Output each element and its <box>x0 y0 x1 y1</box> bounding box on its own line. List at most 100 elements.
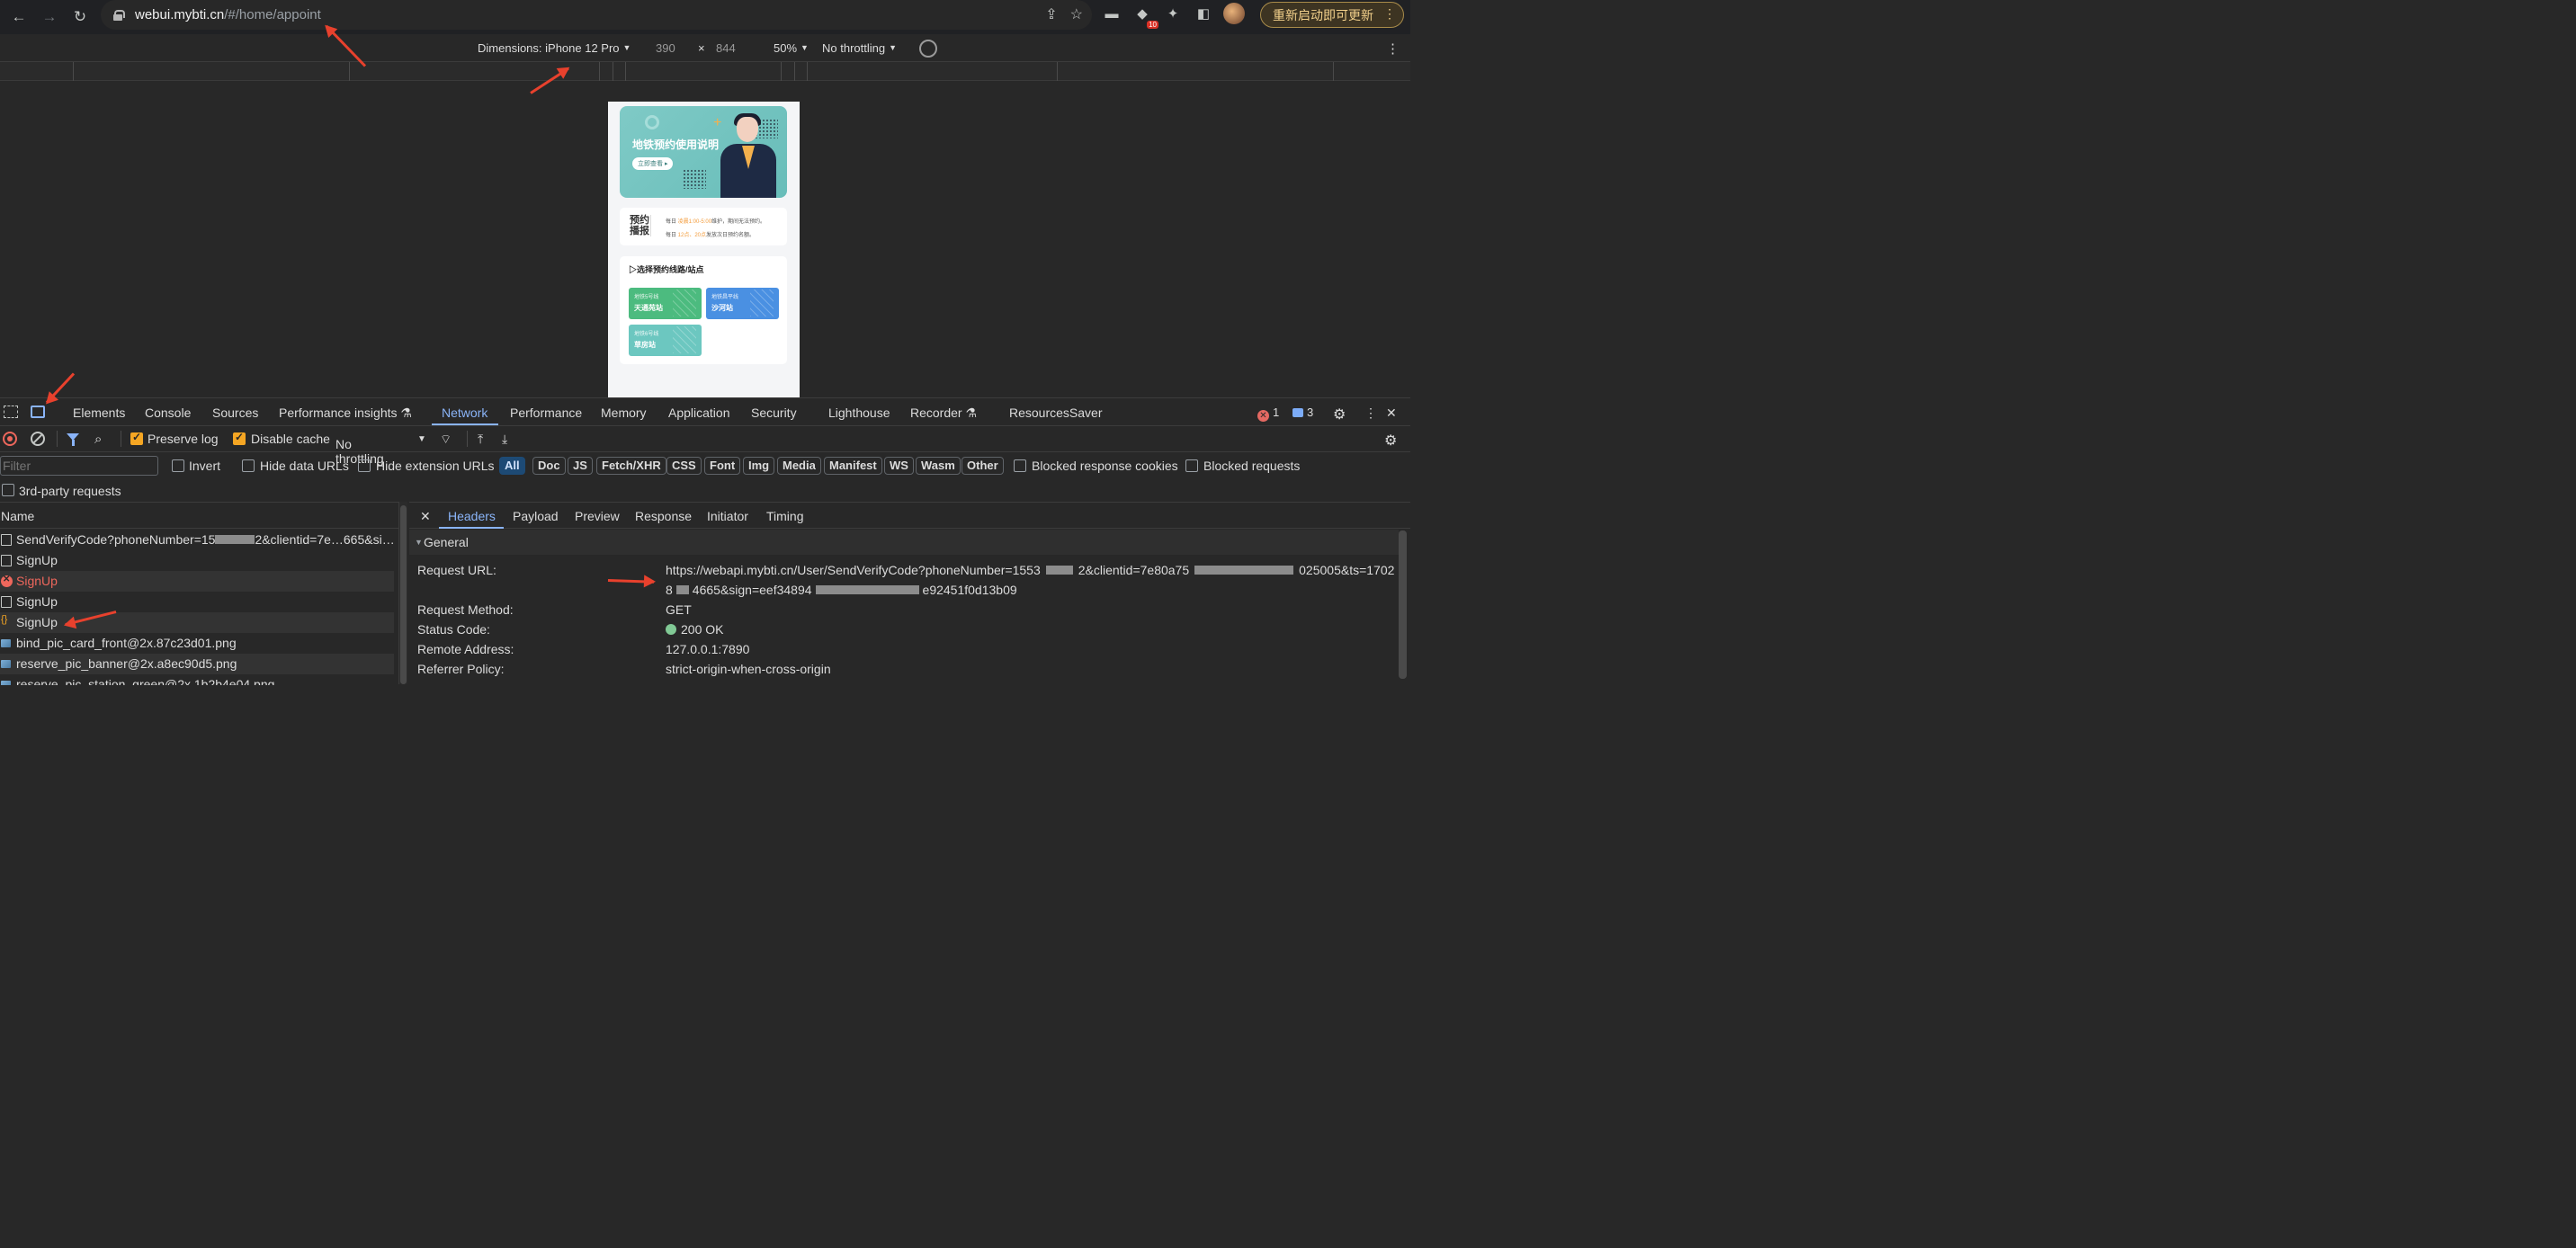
request-url-value-cont[interactable]: 8 4665&sign=eef34894 e92451f0d13b09 <box>666 583 1017 597</box>
forward-icon[interactable]: → <box>38 5 61 29</box>
request-row[interactable]: {} SignUp <box>0 612 394 633</box>
type-filter-font[interactable]: Font <box>704 457 741 475</box>
request-list-scrollbar[interactable] <box>399 502 407 684</box>
third-party-checkbox[interactable] <box>2 484 14 496</box>
address-bar[interactable]: webui.mybti.cn/#/home/appoint ⇪ ☆ <box>101 0 1092 30</box>
request-method-value[interactable]: GET <box>666 602 692 617</box>
tab-memory[interactable]: Memory <box>601 406 647 420</box>
request-row[interactable]: SignUp <box>0 592 394 612</box>
tab-payload[interactable]: Payload <box>513 509 559 523</box>
tab-preview[interactable]: Preview <box>575 509 620 523</box>
message-counter[interactable]: 3 <box>1292 406 1313 419</box>
tab-timing[interactable]: Timing <box>766 509 804 523</box>
back-icon[interactable]: ← <box>7 5 31 29</box>
type-filter-wasm[interactable]: Wasm <box>916 457 961 475</box>
station-card[interactable]: 地铁5号线 天通苑站 <box>629 288 702 319</box>
import-har-icon[interactable]: ⤒ <box>478 432 483 447</box>
preserve-log-checkbox[interactable] <box>130 431 143 445</box>
tab-network[interactable]: Network <box>442 406 487 420</box>
disable-cache-checkbox[interactable] <box>233 431 246 445</box>
lock-icon[interactable] <box>113 9 125 21</box>
invert-checkbox[interactable] <box>172 459 184 472</box>
request-row[interactable]: bind_pic_card_front@2x.87c23d01.png <box>0 633 394 654</box>
throttle-caret-icon[interactable]: ▼ <box>417 434 426 444</box>
device-more-icon[interactable]: ⋮ <box>1386 40 1400 57</box>
network-conditions-icon[interactable]: ⌔ <box>440 432 452 448</box>
request-url-value[interactable]: https://webapi.mybti.cn/User/SendVerifyC… <box>666 563 1394 577</box>
request-row[interactable]: reserve_pic_banner@2x.a8ec90d5.png <box>0 654 394 674</box>
height-input[interactable]: 844 <box>716 41 736 55</box>
type-filter-doc[interactable]: Doc <box>532 457 566 475</box>
request-row[interactable]: SignUp <box>0 571 394 592</box>
tab-performance-insights[interactable]: Performance insights ⚗ <box>279 406 412 421</box>
request-row[interactable]: SendVerifyCode?phoneNumber=15 2&clientid=… <box>0 530 394 550</box>
type-filter-all[interactable]: All <box>499 457 525 475</box>
type-filter-media[interactable]: Media <box>777 457 821 475</box>
tab-headers[interactable]: Headers <box>448 509 496 523</box>
referrer-policy-value[interactable]: strict-origin-when-cross-origin <box>666 662 831 676</box>
remote-address-value[interactable]: 127.0.0.1:7890 <box>666 642 749 656</box>
request-row[interactable]: SignUp <box>0 550 394 571</box>
tab-initiator[interactable]: Initiator <box>707 509 748 523</box>
type-filter-img[interactable]: Img <box>743 457 775 475</box>
network-settings-icon[interactable]: ⚙ <box>1384 432 1397 450</box>
type-filter-fetch-xhr[interactable]: Fetch/XHR <box>596 457 666 475</box>
type-filter-js[interactable]: JS <box>568 457 593 475</box>
bookmark-star-icon[interactable]: ☆ <box>1070 5 1083 23</box>
type-filter-ws[interactable]: WS <box>884 457 914 475</box>
device-throttle-select[interactable]: No throttling ▼ <box>822 41 897 55</box>
puzzle-icon[interactable]: ✦ <box>1162 3 1184 24</box>
rotate-icon[interactable] <box>919 40 937 58</box>
tab-response[interactable]: Response <box>635 509 692 523</box>
general-section-header[interactable]: ▼ General <box>409 530 1399 555</box>
detail-scrollbar[interactable] <box>1399 530 1407 679</box>
tab-elements[interactable]: Elements <box>73 406 125 420</box>
request-row[interactable]: reserve_pic_station_green@2x.1b2b4e04.pn… <box>0 674 394 685</box>
type-filter-manifest[interactable]: Manifest <box>824 457 882 475</box>
more-icon[interactable]: ⋮ <box>1383 6 1396 22</box>
search-icon[interactable]: ⌕ <box>94 432 102 447</box>
tab-recorder[interactable]: Recorder ⚗ <box>910 406 977 421</box>
hide-data-urls-checkbox[interactable] <box>242 459 255 472</box>
blocked-requests-checkbox[interactable] <box>1185 459 1198 472</box>
filter-icon[interactable] <box>67 433 79 446</box>
station-card[interactable]: 地铁昌平线 沙河站 <box>706 288 779 319</box>
extension-icon[interactable]: ▬ <box>1101 3 1123 24</box>
type-filter-css[interactable]: CSS <box>666 457 702 475</box>
settings-icon[interactable]: ⚙ <box>1333 406 1346 423</box>
record-icon[interactable] <box>3 432 17 446</box>
profile-avatar[interactable] <box>1223 3 1245 24</box>
guide-banner[interactable]: + 地铁预约使用说明 立即查看 ▸ <box>620 106 787 198</box>
filter-input[interactable] <box>0 456 158 476</box>
tab-performance[interactable]: Performance <box>510 406 582 420</box>
tab-sources[interactable]: Sources <box>212 406 258 420</box>
request-list-header[interactable]: Name <box>0 503 399 529</box>
tab-console[interactable]: Console <box>145 406 191 420</box>
error-counter[interactable]: ✕ 1 <box>1257 406 1279 422</box>
station-card[interactable]: 地铁6号线 草房站 <box>629 325 702 356</box>
tab-resourcessaver[interactable]: ResourcesSaver <box>1009 406 1103 420</box>
tab-lighthouse[interactable]: Lighthouse <box>828 406 890 420</box>
close-devtools-icon[interactable]: ✕ <box>1386 406 1397 421</box>
type-filter-other[interactable]: Other <box>962 457 1004 475</box>
side-panel-icon[interactable]: ◧ <box>1193 3 1214 24</box>
share-icon[interactable]: ⇪ <box>1045 5 1057 23</box>
export-har-icon[interactable]: ⤓ <box>502 432 507 447</box>
tab-security[interactable]: Security <box>751 406 797 420</box>
width-input[interactable]: 390 <box>656 41 675 55</box>
clear-icon[interactable] <box>31 432 45 446</box>
close-detail-icon[interactable]: ✕ <box>420 509 431 524</box>
zoom-select[interactable]: 50% ▼ <box>774 41 809 55</box>
update-button[interactable]: 重新启动即可更新 ⋮ <box>1260 2 1404 28</box>
reload-icon[interactable]: ↻ <box>68 5 92 29</box>
tab-application[interactable]: Application <box>668 406 730 420</box>
dimensions-select[interactable]: Dimensions: iPhone 12 Pro ▼ <box>478 41 631 55</box>
devtools-more-icon[interactable]: ⋮ <box>1364 406 1377 421</box>
hide-extension-urls-checkbox[interactable] <box>358 459 371 472</box>
device-toggle-icon[interactable] <box>31 406 45 418</box>
status-code-value[interactable]: 200 OK <box>666 622 723 637</box>
view-now-button[interactable]: 立即查看 ▸ <box>632 157 674 170</box>
extension-badge-icon[interactable]: ◆ 10 <box>1131 3 1158 29</box>
blocked-response-cookies-checkbox[interactable] <box>1014 459 1026 472</box>
inspect-element-icon[interactable] <box>4 406 18 418</box>
